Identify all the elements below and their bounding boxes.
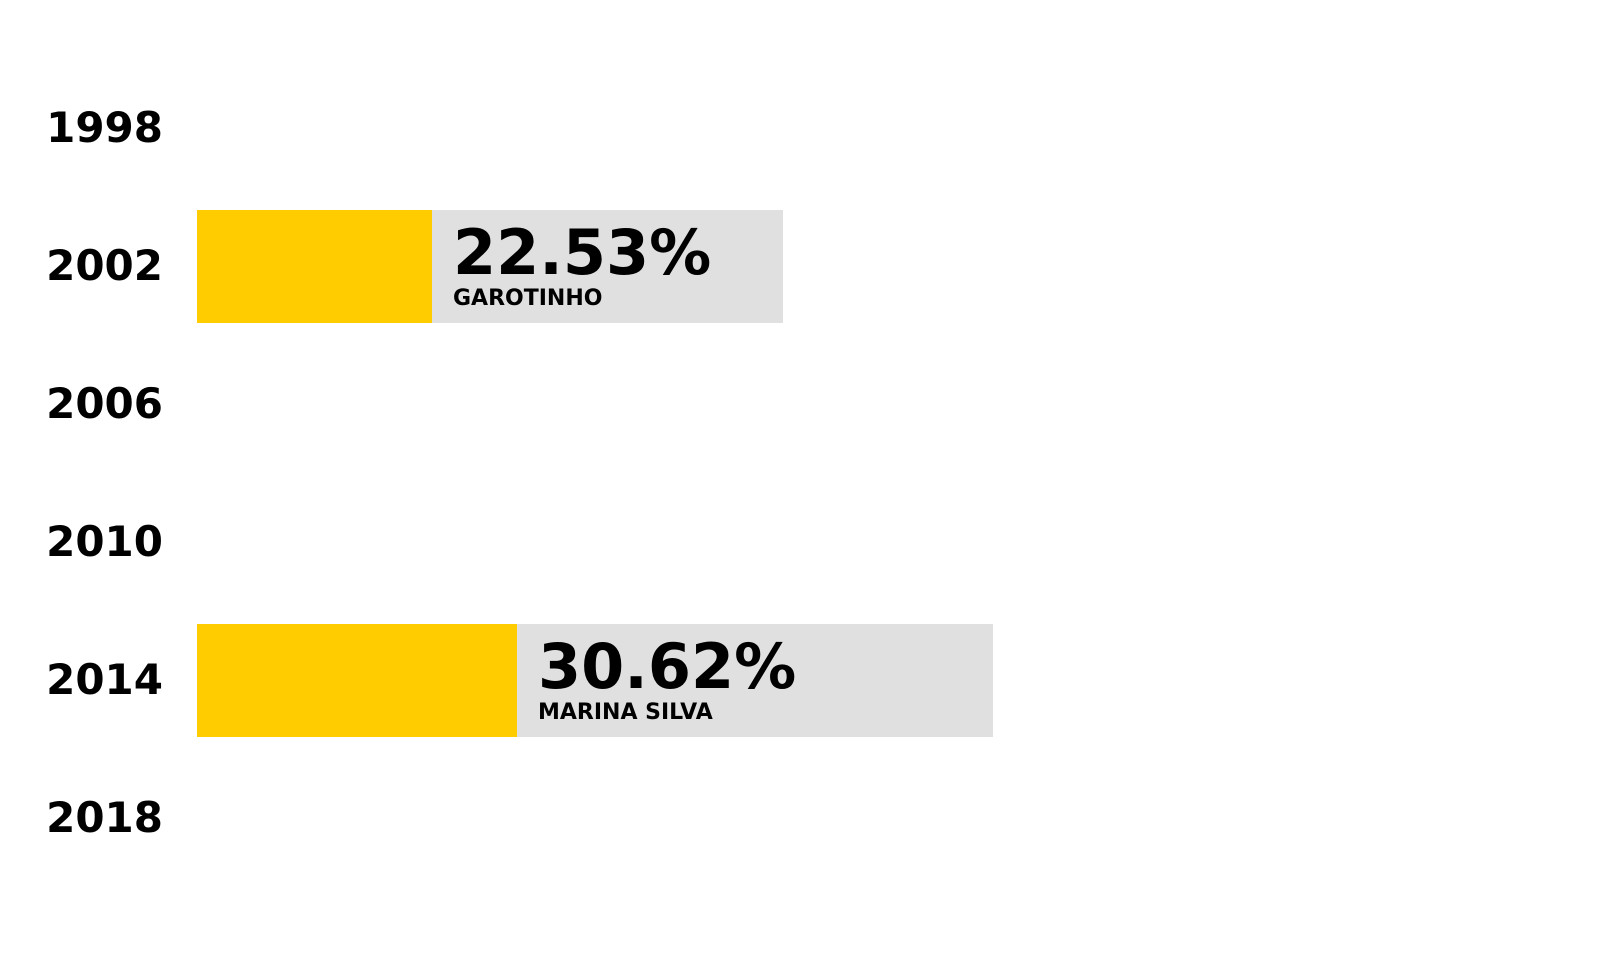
bar-value-label-2002: 22.53%: [453, 215, 712, 289]
bar-value-label-2014: 30.62%: [538, 629, 797, 703]
bar-2002: 22.53% GAROTINHO: [197, 209, 783, 323]
year-label-1998: 1998: [46, 103, 163, 152]
bar-chart: 1998 2002 22.53% GAROTINHO 2006 2010 2014 30.62…: [0, 0, 1600, 960]
bar-name-label-2014: MARINA SILVA: [538, 699, 713, 725]
year-label-2014: 2014: [46, 655, 163, 704]
bar-fill-2014: [197, 623, 517, 737]
year-label-2002: 2002: [46, 241, 163, 290]
year-label-2006: 2006: [46, 379, 163, 428]
bar-2014: 30.62% MARINA SILVA: [197, 623, 993, 737]
year-label-2010: 2010: [46, 517, 163, 566]
year-label-2018: 2018: [46, 793, 163, 842]
bar-name-label-2002: GAROTINHO: [453, 285, 603, 311]
bar-fill-2002: [197, 209, 432, 323]
